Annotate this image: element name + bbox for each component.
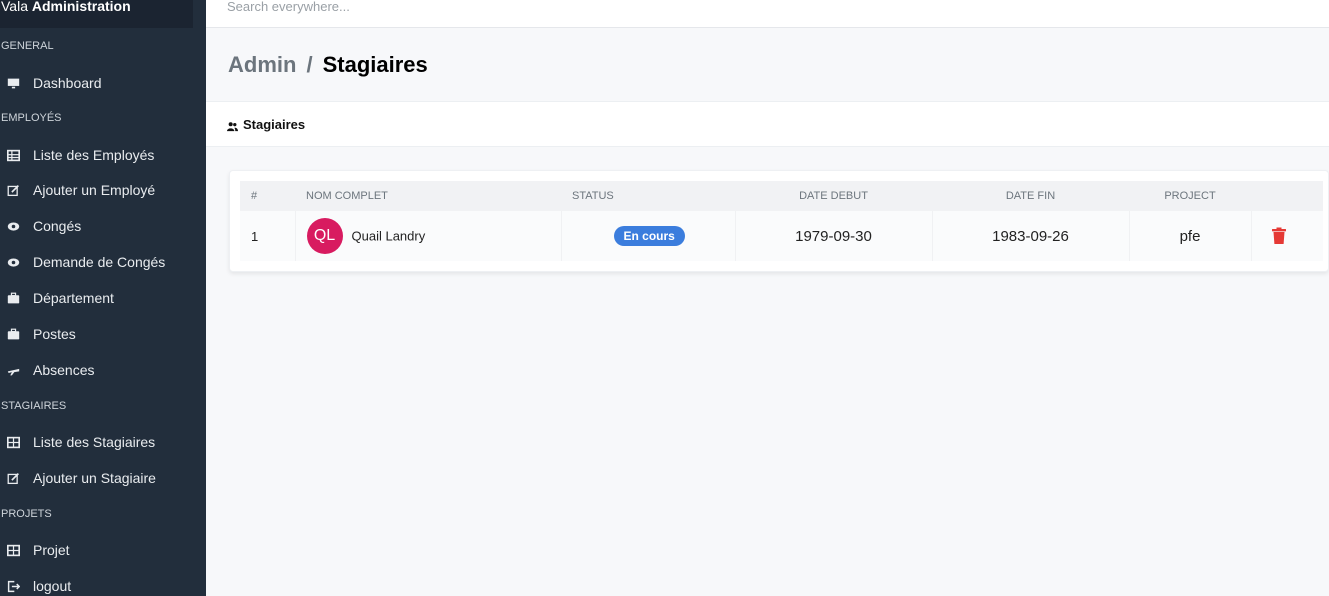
- briefcase-icon: [6, 291, 20, 305]
- briefcase-icon: [6, 327, 20, 341]
- section-header-employes: EMPLOYÉS: [1, 112, 62, 124]
- table-icon: [6, 148, 20, 162]
- row-actions: [1251, 211, 1323, 261]
- stagiaires-table: # NOM COMPLET STATUS DATE DEBUT DATE FIN…: [240, 181, 1323, 261]
- row-nom-complet: QL Quail Landry: [295, 211, 562, 261]
- column-header-date-debut: DATE DEBUT: [735, 181, 932, 211]
- search-input[interactable]: [227, 0, 627, 17]
- column-header-date-fin: DATE FIN: [932, 181, 1129, 211]
- sidebar-item-label: Projet: [33, 542, 70, 558]
- sidebar-item-postes[interactable]: Postes: [0, 316, 206, 352]
- row-project: pfe: [1129, 211, 1252, 261]
- sidebar-item-demande-conges[interactable]: Demande de Congés: [0, 244, 206, 280]
- monitor-icon: [6, 76, 20, 90]
- card-title: Stagiaires: [243, 117, 306, 132]
- column-header-index: #: [240, 181, 295, 211]
- table-icon: [6, 543, 20, 557]
- sidebar-item-label: Demande de Congés: [33, 254, 166, 270]
- edit-icon: [6, 183, 20, 197]
- plane-icon: [6, 363, 20, 377]
- breadcrumb: Admin / Stagiaires: [228, 52, 428, 78]
- sidebar-item-ajouter-stagiaire[interactable]: Ajouter un Stagiaire: [0, 460, 206, 496]
- sidebar-item-departement[interactable]: Département: [0, 280, 206, 316]
- brand-logo[interactable]: Vala Administration: [0, 0, 193, 28]
- row-name: Quail Landry: [351, 228, 426, 244]
- column-header-actions: [1251, 181, 1323, 211]
- table-icon: [6, 435, 20, 449]
- sidebar-item-label: Absences: [33, 362, 95, 378]
- eye-icon: [6, 255, 20, 269]
- brand-prefix: Vala: [1, 0, 28, 14]
- row-date-debut: 1979-09-30: [735, 211, 933, 261]
- sidebar-item-label: Dashboard: [33, 75, 102, 91]
- trash-icon: [1271, 227, 1286, 244]
- edit-icon: [6, 471, 20, 485]
- row-index: 1: [240, 211, 296, 261]
- sidebar-item-projet[interactable]: Projet: [0, 532, 206, 568]
- column-header-status: STATUS: [561, 181, 735, 211]
- section-header-stagiaires: STAGIAIRES: [1, 400, 67, 412]
- stagiaires-table-card: # NOM COMPLET STATUS DATE DEBUT DATE FIN…: [229, 170, 1329, 272]
- breadcrumb-parent[interactable]: Admin: [228, 52, 296, 77]
- card-header: Stagiaires: [206, 101, 1329, 147]
- sidebar-item-label: Département: [33, 290, 114, 306]
- sidebar-item-dashboard[interactable]: Dashboard: [0, 65, 206, 101]
- sidebar-item-label: Postes: [33, 326, 76, 342]
- table-header-row: # NOM COMPLET STATUS DATE DEBUT DATE FIN…: [240, 181, 1323, 211]
- sidebar-item-logout[interactable]: logout: [0, 568, 206, 596]
- row-status-cell: En cours: [561, 211, 736, 261]
- table-row[interactable]: 1 QL Quail Landry En cours 1979-09-30 198…: [240, 211, 1323, 261]
- delete-button[interactable]: [1271, 227, 1287, 245]
- eye-icon: [6, 219, 20, 233]
- sidebar-item-label: Congés: [33, 218, 82, 234]
- sidebar-item-label: Ajouter un Stagiaire: [33, 470, 156, 486]
- breadcrumb-separator: /: [306, 52, 313, 77]
- brand-name: Administration: [31, 0, 131, 14]
- sidebar-item-ajouter-employe[interactable]: Ajouter un Employé: [0, 172, 206, 208]
- avatar: QL: [306, 218, 343, 254]
- sidebar-item-liste-employes[interactable]: Liste des Employés: [0, 137, 206, 173]
- column-header-project: PROJECT: [1129, 181, 1251, 211]
- section-header-projets: PROJETS: [1, 508, 52, 520]
- logout-icon: [6, 579, 20, 593]
- sidebar-item-liste-stagiaires[interactable]: Liste des Stagiaires: [0, 424, 206, 460]
- users-icon: [227, 119, 238, 132]
- column-header-nom-complet: NOM COMPLET: [295, 181, 561, 211]
- row-date-fin: 1983-09-26: [932, 211, 1130, 261]
- sidebar-item-label: Liste des Employés: [33, 147, 155, 163]
- page-title: Stagiaires: [322, 52, 428, 77]
- topbar: [206, 0, 1329, 28]
- sidebar-item-label: logout: [33, 578, 72, 594]
- sidebar: Vala Administration GENERAL Dashboard EM…: [0, 0, 206, 596]
- sidebar-item-absences[interactable]: Absences: [0, 352, 206, 388]
- status-badge: En cours: [613, 226, 685, 246]
- section-header-general: GENERAL: [1, 40, 54, 52]
- sidebar-item-conges[interactable]: Congés: [0, 208, 206, 244]
- sidebar-item-label: Ajouter un Employé: [33, 182, 156, 198]
- sidebar-item-label: Liste des Stagiaires: [33, 434, 156, 450]
